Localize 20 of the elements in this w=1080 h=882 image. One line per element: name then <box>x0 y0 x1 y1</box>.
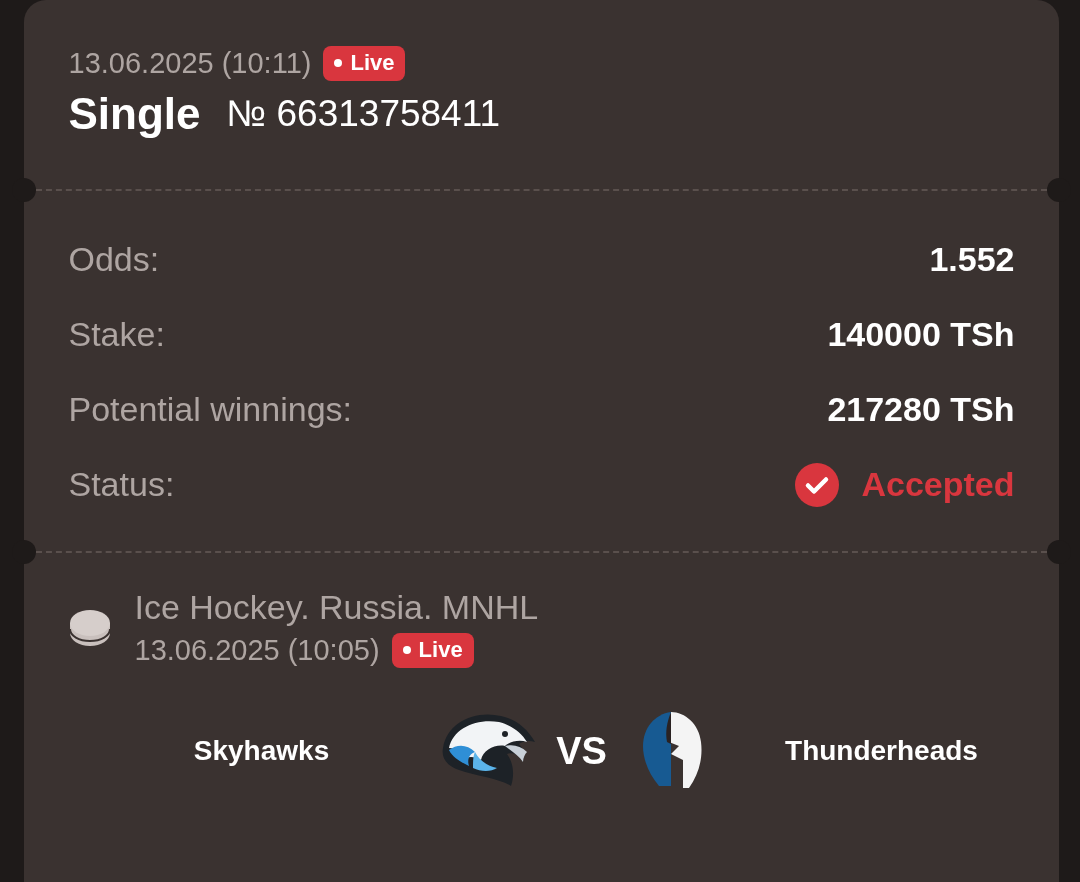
detail-value: 217280 TSh <box>827 390 1015 429</box>
detail-label: Odds: <box>68 240 160 279</box>
home-team-name: Skyhawks <box>193 735 330 767</box>
bet-number: № 66313758411 <box>226 93 501 135</box>
away-team-name: Thunderheads <box>785 735 978 767</box>
detail-label: Stake: <box>68 315 165 354</box>
hockey-puck-icon <box>68 609 111 647</box>
bet-type: Single <box>68 89 201 139</box>
status-value: Accepted <box>861 465 1015 504</box>
detail-value: 1.552 <box>929 240 1015 279</box>
live-badge: Live <box>391 633 474 668</box>
detail-label: Potential winnings: <box>68 390 352 429</box>
league-name: Ice Hockey. Russia. MNHL <box>134 588 539 627</box>
bet-date: 13.06.2025 (10:11) <box>68 47 312 80</box>
event-date: 13.06.2025 (10:05) <box>134 634 380 667</box>
detail-value: 140000 TSh <box>827 315 1015 354</box>
live-badge: Live <box>323 46 406 81</box>
detail-label: Status: <box>68 465 175 504</box>
check-circle-icon <box>795 462 840 507</box>
versus-label: VS <box>556 729 607 773</box>
